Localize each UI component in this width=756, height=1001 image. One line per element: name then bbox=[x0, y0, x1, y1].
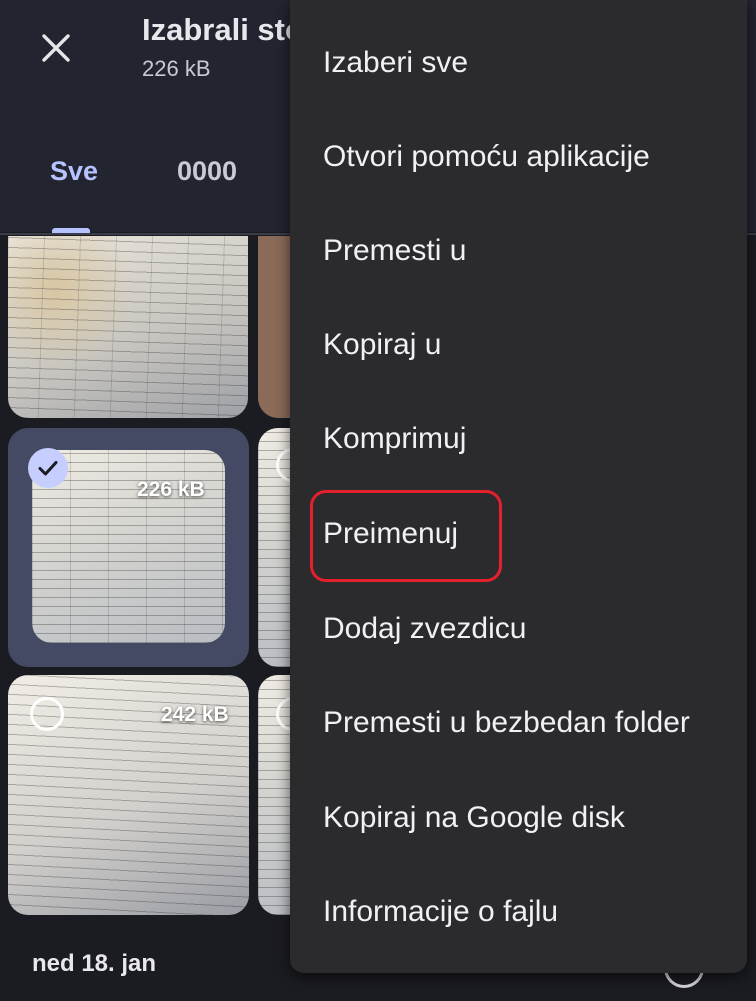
menu-item-label: Premesti u bezbedan folder bbox=[323, 706, 690, 739]
menu-item-select-all[interactable]: Izaberi sve bbox=[290, 16, 747, 110]
image-tile[interactable] bbox=[8, 236, 248, 418]
menu-item-label: Premesti u bbox=[323, 234, 467, 267]
close-icon bbox=[42, 34, 70, 62]
image-tile[interactable]: 242 kB bbox=[8, 675, 249, 915]
close-button[interactable] bbox=[28, 20, 84, 76]
menu-item-copy-to-google-drive[interactable]: Kopiraj na Google disk bbox=[290, 771, 747, 865]
menu-item-file-info[interactable]: Informacije o fajlu bbox=[290, 865, 747, 959]
date-section-header: ned 18. jan bbox=[32, 950, 157, 977]
tab-sve[interactable]: Sve bbox=[50, 156, 98, 187]
menu-item-open-with[interactable]: Otvori pomoću aplikacije bbox=[290, 110, 747, 204]
menu-item-compress[interactable]: Komprimuj bbox=[290, 392, 747, 486]
check-icon bbox=[38, 461, 58, 476]
menu-item-label: Informacije o fajlu bbox=[323, 895, 559, 928]
menu-item-label: Kopiraj u bbox=[323, 328, 442, 361]
menu-item-label: Komprimuj bbox=[323, 422, 467, 455]
file-size-label: 242 kB bbox=[161, 703, 229, 726]
menu-item-move-to-safe-folder[interactable]: Premesti u bezbedan folder bbox=[290, 676, 747, 770]
menu-item-copy-to[interactable]: Kopiraj u bbox=[290, 298, 747, 392]
menu-item-label: Izaberi sve bbox=[323, 46, 469, 79]
menu-item-add-star[interactable]: Dodaj zvezdicu bbox=[290, 582, 747, 676]
selection-size: 226 kB bbox=[142, 56, 211, 81]
selected-checkbox[interactable] bbox=[28, 448, 68, 488]
tab-0000[interactable]: 0000 bbox=[177, 156, 237, 187]
select-circle-icon[interactable] bbox=[30, 697, 64, 731]
menu-item-label: Kopiraj na Google disk bbox=[323, 801, 625, 834]
menu-item-move-to[interactable]: Premesti u bbox=[290, 204, 747, 298]
menu-item-label: Otvori pomoću aplikacije bbox=[323, 140, 650, 173]
selection-title: Izabrali sto bbox=[142, 12, 304, 47]
file-size-label: 226 kB bbox=[137, 478, 205, 501]
rename-highlight-annotation bbox=[310, 490, 502, 582]
menu-item-label: Dodaj zvezdicu bbox=[323, 612, 527, 645]
overflow-menu: Izaberi sve Otvori pomoću aplikacije Pre… bbox=[290, 0, 747, 973]
